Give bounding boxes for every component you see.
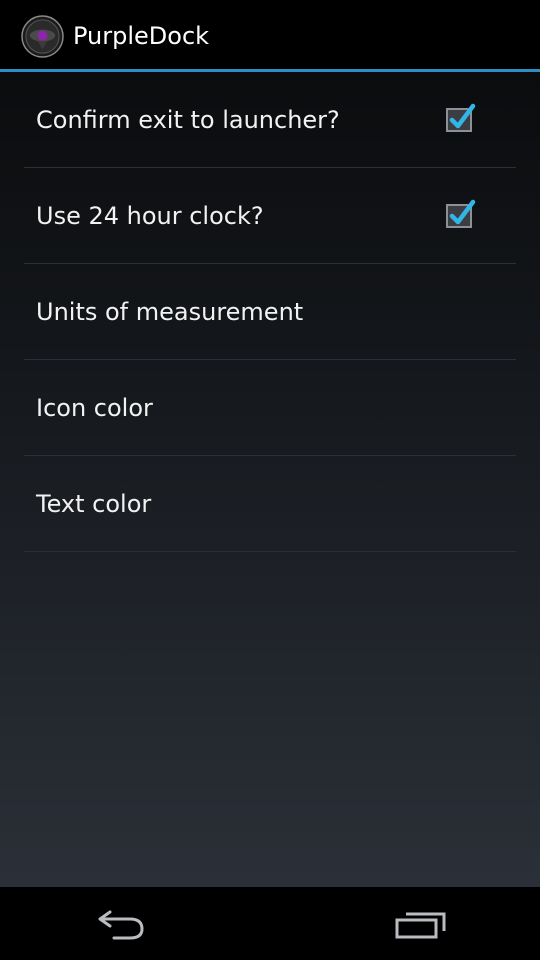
pref-text-color[interactable]: Text color (0, 456, 540, 552)
list-divider (24, 551, 516, 552)
checkbox-checked-icon[interactable] (440, 102, 480, 138)
purpledock-app-icon[interactable] (21, 15, 64, 58)
pref-label: Text color (36, 490, 152, 518)
preferences-list: Confirm exit to launcher? Use 24 hour cl… (0, 72, 540, 552)
recent-apps-icon[interactable] (392, 909, 450, 941)
action-bar: PurpleDock (0, 0, 540, 69)
pref-label: Use 24 hour clock? (36, 202, 264, 230)
app-title: PurpleDock (73, 22, 210, 50)
checkbox-checked-icon[interactable] (440, 198, 480, 234)
pref-label: Units of measurement (36, 298, 304, 326)
pref-confirm-exit[interactable]: Confirm exit to launcher? (0, 72, 540, 168)
back-arrow-icon[interactable] (92, 909, 148, 941)
pref-label: Icon color (36, 394, 153, 422)
pref-label: Confirm exit to launcher? (36, 106, 340, 134)
pref-24-hour-clock[interactable]: Use 24 hour clock? (0, 168, 540, 264)
preferences-content: Confirm exit to launcher? Use 24 hour cl… (0, 72, 540, 887)
settings-screen: PurpleDock Confirm exit to launcher? Use… (0, 0, 540, 960)
system-navigation-bar (0, 887, 540, 960)
pref-units-of-measurement[interactable]: Units of measurement (0, 264, 540, 360)
pref-icon-color[interactable]: Icon color (0, 360, 540, 456)
